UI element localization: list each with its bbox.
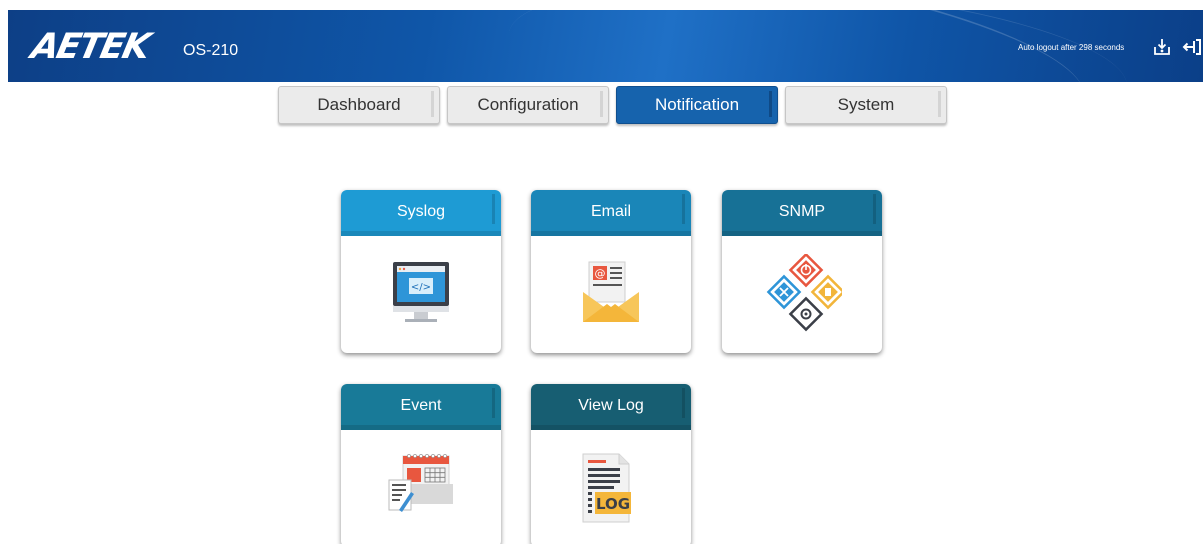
tile-snmp-label: SNMP [778, 203, 826, 220]
svg-text:</>: </> [411, 282, 431, 293]
tile-email[interactable]: Email @ [531, 190, 691, 353]
device-model: OS-210 [183, 42, 239, 59]
email-envelope-icon: @ [571, 254, 651, 334]
logout-icon[interactable] [1182, 37, 1202, 57]
tile-syslog-header: Syslog [341, 190, 501, 236]
tab-notification[interactable]: Notification [616, 86, 778, 124]
header-bar: AETEK OS-210 Auto logout after 298 secon… [8, 10, 1203, 82]
log-document-icon: LOG [571, 448, 651, 528]
save-config-icon[interactable] [1152, 37, 1172, 57]
svg-text:@: @ [595, 267, 606, 280]
svg-text:LOG: LOG [596, 495, 630, 513]
auto-logout-text: Auto logout after 298 seconds [1018, 43, 1125, 52]
app-root: AETEK OS-210 Auto logout after 298 secon… [0, 0, 1203, 544]
tile-snmp[interactable]: SNMP [722, 190, 882, 353]
tile-view-log-header: View Log [531, 384, 691, 430]
tab-configuration[interactable]: Configuration [447, 86, 609, 124]
tab-system[interactable]: System [785, 86, 947, 124]
snmp-network-icon [762, 252, 846, 334]
tile-event-header: Event [341, 384, 501, 430]
tile-email-label: Email [590, 203, 631, 220]
tile-view-log-label: View Log [578, 397, 644, 414]
tile-email-header: Email [531, 190, 691, 236]
event-calendar-icon [381, 448, 461, 528]
tile-syslog-label: Syslog [396, 203, 446, 220]
tile-syslog[interactable]: Syslog </> [341, 190, 501, 353]
brand-logo: AETEK [27, 27, 153, 67]
monitor-code-icon: </> [381, 254, 461, 334]
tile-event-label: Event [400, 397, 442, 414]
tile-event[interactable]: Event [341, 384, 501, 544]
tile-view-log[interactable]: View Log LOG [531, 384, 691, 544]
tab-dashboard[interactable]: Dashboard [278, 86, 440, 124]
tile-snmp-header: SNMP [722, 190, 882, 236]
